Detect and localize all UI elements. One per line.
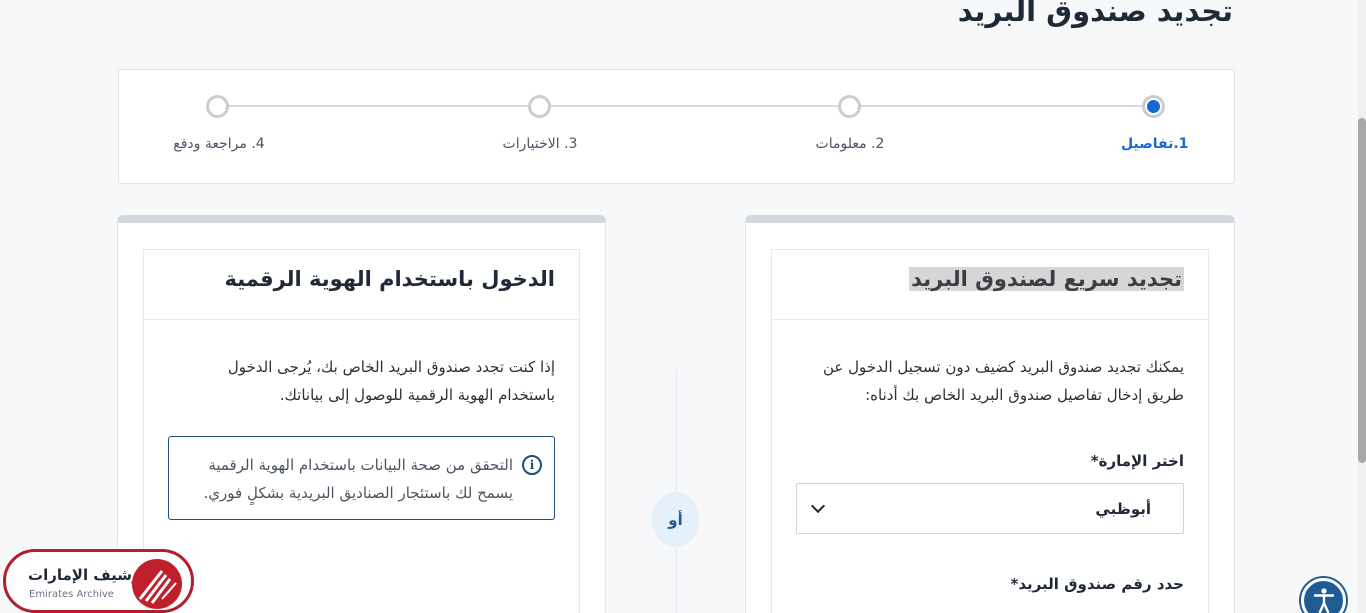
quick-renewal-panel: تجديد سريع لصندوق البريد يمكنك تجديد صند… <box>745 215 1235 613</box>
step-4-label: 4. مراجعة ودفع <box>173 136 265 152</box>
info-text: التحقق من صحة البيانات باستخدام الهوية ا… <box>203 456 513 502</box>
step-3-label: 3. الاختيارات <box>502 136 578 152</box>
progress-stepper: 1.تفاصيل 2. معلومات 3. الاختيارات 4. مرا… <box>118 69 1235 184</box>
quick-renewal-body: يمكنك تجديد صندوق البريد كضيف دون تسجيل … <box>772 320 1208 598</box>
archive-logo-icon <box>132 559 182 609</box>
emirate-selected-value: أبوظبي <box>1095 499 1151 518</box>
pobox-label: حدد رقم صندوق البريد* <box>1010 575 1184 593</box>
watermark-english-text: Emirates Archive <box>29 589 114 600</box>
or-separator: أو <box>652 492 699 547</box>
page-scrollbar[interactable] <box>1358 0 1366 613</box>
quick-renewal-header: تجديد سريع لصندوق البريد <box>772 250 1208 320</box>
quick-renewal-description: يمكنك تجديد صندوق البريد كضيف دون تسجيل … <box>823 358 1184 404</box>
scrollbar-thumb[interactable] <box>1358 118 1366 463</box>
step-1-label[interactable]: 1.تفاصيل <box>1121 136 1188 152</box>
watermark-arabic-text: أرشيف الإمارات <box>28 566 146 584</box>
digital-id-title: الدخول باستخدام الهوية الرقمية <box>224 267 555 291</box>
digital-id-description: إذا كنت تجدد صندوق البريد الخاص بك، يُرج… <box>227 358 555 404</box>
digital-id-header: الدخول باستخدام الهوية الرقمية <box>144 250 579 320</box>
step-2-dot <box>838 95 861 118</box>
digital-id-card: الدخول باستخدام الهوية الرقمية إذا كنت ت… <box>143 249 580 613</box>
digital-id-panel: الدخول باستخدام الهوية الرقمية إذا كنت ت… <box>117 215 606 613</box>
info-box: i التحقق من صحة البيانات باستخدام الهوية… <box>168 436 555 520</box>
step-1-dot[interactable] <box>1142 95 1165 118</box>
step-3-dot <box>528 95 551 118</box>
chevron-down-icon <box>810 498 826 514</box>
quick-renewal-title: تجديد سريع لصندوق البريد <box>909 267 1184 291</box>
emirate-label: اختر الإمارة* <box>1090 452 1184 470</box>
accessibility-button[interactable] <box>1301 578 1346 613</box>
digital-id-body: إذا كنت تجدد صندوق البريد الخاص بك، يُرج… <box>144 320 579 520</box>
stepper-line <box>217 105 1154 107</box>
step-2-label: 2. معلومات <box>815 136 885 152</box>
or-label: أو <box>668 510 683 529</box>
accessibility-icon <box>1313 588 1334 613</box>
page-title: تجديد صندوق البريد <box>957 0 1233 28</box>
emirates-archive-watermark: أرشيف الإمارات Emirates Archive <box>3 549 194 613</box>
emirate-select[interactable]: أبوظبي <box>796 483 1184 534</box>
quick-renewal-card: تجديد سريع لصندوق البريد يمكنك تجديد صند… <box>771 249 1209 613</box>
step-4-dot <box>206 95 229 118</box>
info-icon: i <box>522 455 542 475</box>
